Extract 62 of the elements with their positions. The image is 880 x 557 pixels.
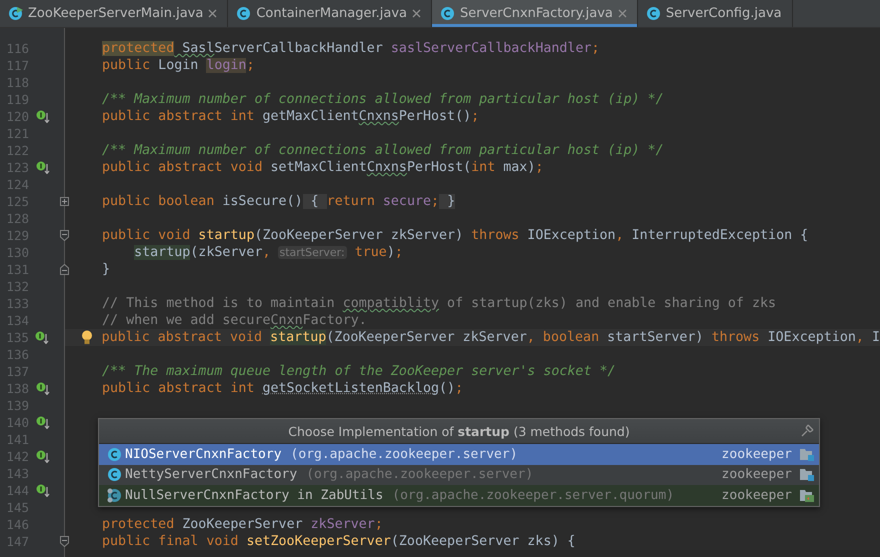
code-line: /** Maximum number of connections allowed from particular host (ip) */ (102, 142, 664, 159)
code-line: public final void setZooKeeperServer(ZooKeeperServer zks) { (102, 533, 576, 550)
code-line: protected SaslServerCallbackHandler saslServerCallbackHandler; (102, 40, 600, 57)
code-line: public boolean isSecure() { return secure; } (102, 193, 456, 210)
fold-end-icon[interactable] (60, 264, 68, 275)
pin-icon[interactable] (801, 423, 815, 437)
implemented-icon[interactable] (36, 161, 50, 174)
class-icon (440, 6, 456, 21)
package-name: (org.apache.zookeeper.server) (290, 446, 518, 462)
class-icon (646, 6, 661, 21)
lightbulb-icon[interactable] (80, 330, 93, 345)
implementation-item[interactable]: NettyServerCnxnFactory (org.apache.zookeeper.server) zookeeper (99, 464, 819, 485)
popup-title: Choose Implementation of startup (3 methods found) (288, 424, 630, 438)
fold-expand-icon[interactable] (60, 197, 68, 206)
code-line: public void startup(ZooKeeperServer zkServer) throws IOException, InterruptedException { (102, 227, 808, 244)
inner-class-icon (107, 488, 122, 503)
source-folder-icon (799, 467, 815, 482)
package-name: (org.apache.zookeeper.server) (306, 467, 534, 482)
close-icon[interactable] (412, 9, 422, 18)
implemented-icon[interactable] (36, 450, 50, 463)
tab-label: ContainerManager.java (256, 6, 408, 21)
implemented-icon[interactable] (36, 382, 50, 395)
fold-start-icon[interactable] (60, 230, 68, 241)
code-line: startup(zkServer, startServer: true); (133, 244, 403, 261)
code-line: public abstract void startup(ZooKeeperServer zkServer, boolean startServer) throws IOException, I (102, 329, 880, 346)
code-line: // This method is to maintain compatiblity of startup(zks) and enable sharing of zks (102, 295, 776, 312)
source-folder-icon (799, 446, 815, 462)
class-icon (236, 6, 252, 21)
implementation-item[interactable]: NIOServerCnxnFactory (org.apache.zookeeper.server) zookeeper (99, 444, 819, 464)
module-name: zookeeper (722, 488, 792, 503)
code-line: // when we add secureCnxnFactory. (102, 312, 367, 329)
test-folder-icon (799, 488, 815, 503)
editor-tab[interactable]: ZooKeeperServerMain.java (0, 0, 228, 27)
class-name: NullServerCnxnFactory in ZabUtils (125, 488, 384, 503)
module-name: zookeeper (722, 446, 792, 462)
tab-label: ServerConfig.java (666, 6, 782, 21)
class-icon (107, 446, 122, 462)
module-name: zookeeper (722, 467, 792, 482)
class-icon (107, 467, 122, 482)
code-line: public abstract int getMaxClientCnxnsPerHost(); (102, 108, 480, 125)
close-icon[interactable] (208, 9, 218, 18)
class-name: NettyServerCnxnFactory (125, 467, 298, 482)
code-line: /** Maximum number of connections allowed from particular host (ip) */ (102, 91, 664, 108)
editor-tab[interactable]: ServerCnxnFactory.java (432, 0, 638, 27)
class-name: NIOServerCnxnFactory (125, 446, 282, 462)
editor-tab[interactable]: ServerConfig.java (638, 0, 793, 27)
code-line: /** The maximum queue length of the ZooKeeper server's socket */ (102, 363, 616, 380)
implemented-icon[interactable] (35, 331, 50, 344)
package-name: (org.apache.zookeeper.server.quorum) (392, 488, 674, 503)
code-line: } (102, 261, 110, 278)
implemented-icon[interactable] (36, 484, 50, 497)
fold-start-icon[interactable] (60, 536, 68, 547)
code-line: public Login login; (102, 57, 254, 74)
code-line: protected ZooKeeperServer zkServer; (102, 516, 383, 533)
code-line: public abstract int getSocketListenBacklog(); (102, 380, 464, 397)
tab-label: ServerCnxnFactory.java (460, 6, 613, 21)
tab-label: ZooKeeperServerMain.java (28, 6, 204, 21)
code-line: public abstract void setMaxClientCnxnsPerHost(int max); (102, 159, 544, 176)
implementation-item[interactable]: NullServerCnxnFactory in ZabUtils (org.apache.zookeeper.server.quorum) zookeeper (99, 485, 819, 506)
implemented-icon[interactable] (36, 416, 50, 429)
implemented-icon[interactable] (36, 110, 50, 123)
class-run-icon (8, 6, 23, 21)
